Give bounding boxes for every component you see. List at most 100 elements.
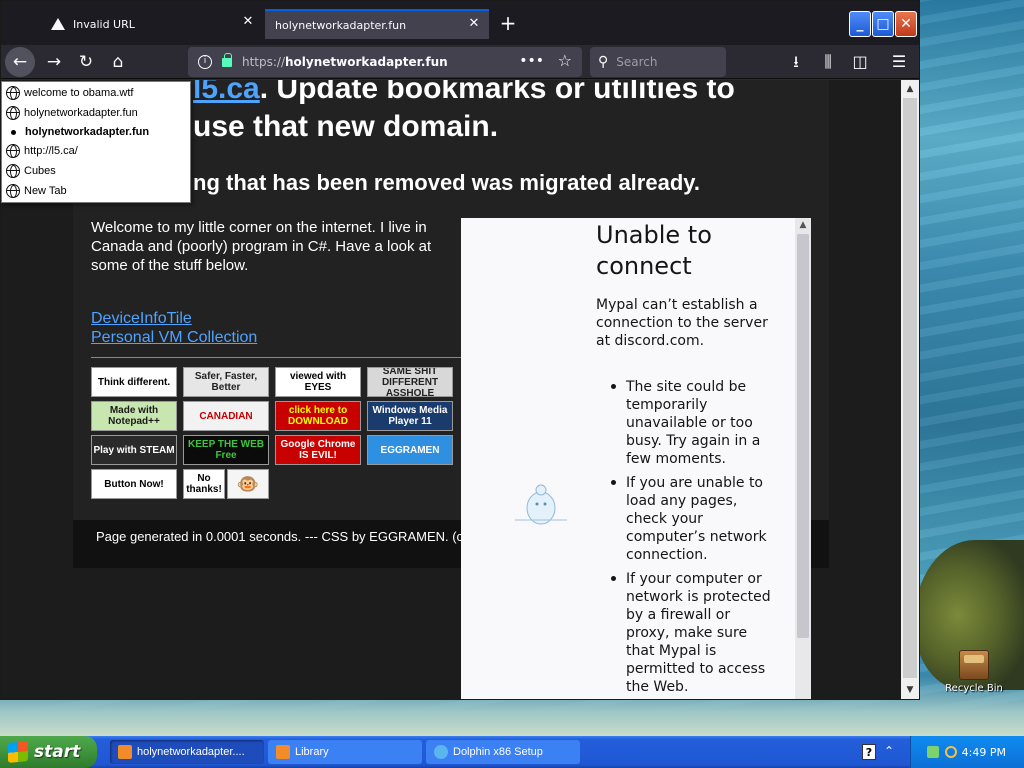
globe-icon [6, 164, 20, 178]
history-menu-item[interactable]: welcome to obama.wtf [6, 84, 133, 102]
error-description: Mypal can’t establish a connection to th… [596, 297, 768, 349]
taskbar-item-browser[interactable]: holynetworkadapter.... [110, 740, 264, 764]
bookmark-star-icon[interactable]: ☆ [558, 51, 572, 70]
info-icon[interactable]: i [198, 55, 212, 69]
heading-rest: . Update bookmarks or utilities to [259, 80, 735, 105]
monkey-icon: 🐵 [236, 473, 260, 494]
intro-text: Welcome to my little corner on the inter… [91, 219, 432, 274]
browser-icon [118, 745, 132, 759]
error-title: Unable to connect [596, 221, 712, 280]
tab-invalid-url[interactable]: Invalid URL ✕ [41, 9, 263, 39]
lock-icon [222, 52, 232, 67]
recycle-bin-label: Recycle Bin [945, 683, 1003, 694]
task-label: Dolphin x86 Setup [453, 746, 543, 758]
back-button[interactable]: ← [5, 47, 35, 77]
taskbar: start holynetworkadapter.... Library Dol… [0, 736, 1024, 768]
search-icon: ⚲ [598, 54, 609, 70]
taskbar-item-library[interactable]: Library [268, 740, 422, 764]
scroll-up-icon[interactable]: ▲ [903, 82, 917, 96]
web-badge[interactable]: KEEP THE WEB Free [183, 435, 269, 465]
scroll-down-icon[interactable]: ▼ [903, 683, 917, 697]
web-badge[interactable]: CANADIAN [183, 401, 269, 431]
reload-button[interactable]: ↻ [71, 47, 101, 77]
history-menu-label: Cubes [24, 165, 56, 177]
browser-window: Invalid URL ✕ holynetworkadapter.fun ✕ +… [0, 0, 920, 700]
web-badge[interactable]: Made with Notepad++ [91, 401, 177, 431]
start-label: start [34, 742, 81, 762]
link-deviceinfotile[interactable]: DeviceInfoTile [91, 310, 192, 328]
tab-label: holynetworkadapter.fun [275, 18, 407, 32]
web-badge[interactable]: Safer, Faster, Better [183, 367, 269, 397]
web-badge[interactable]: Google Chrome IS EVIL! [275, 435, 361, 465]
library-icon[interactable]: ⫼ [814, 47, 842, 77]
web-badge[interactable]: EGGRAMEN [367, 435, 453, 465]
heading-link[interactable]: l5.ca [193, 80, 260, 105]
forward-button[interactable]: → [39, 47, 69, 77]
system-tray: 4:49 PM [910, 736, 1024, 768]
tab-label: Invalid URL [73, 17, 135, 31]
current-page-dot-icon [11, 129, 16, 135]
url-bar[interactable]: i https://holynetworkadapter.fun ••• ☆ [188, 47, 582, 77]
history-menu-item[interactable]: holynetworkadapter.fun [6, 123, 149, 141]
start-button[interactable]: start [0, 736, 97, 768]
tab-holynetworkadapter[interactable]: holynetworkadapter.fun ✕ [265, 9, 489, 39]
history-menu-label: http://l5.ca/ [24, 145, 78, 157]
history-menu-item[interactable]: New Tab [6, 182, 67, 200]
dolphin-icon [434, 745, 448, 759]
download-icon[interactable]: ⭳ [782, 47, 810, 77]
link-personal-vm-collection[interactable]: Personal VM Collection [91, 329, 257, 347]
windows-logo-icon [8, 741, 28, 763]
search-input[interactable]: ⚲ Search [590, 47, 726, 77]
error-scrollbar[interactable]: ▲ [795, 218, 811, 699]
web-badge[interactable]: viewed with EYES [275, 367, 361, 397]
mascot-badge-icon[interactable]: 🐵 [227, 469, 269, 499]
web-badge[interactable]: Play with STEAM [91, 435, 177, 465]
scroll-up-icon[interactable]: ▲ [797, 218, 809, 232]
minimize-button[interactable]: _ [849, 11, 871, 37]
web-badge[interactable]: click here to DOWNLOAD [275, 401, 361, 431]
web-badge[interactable]: SAME SHIT DIFFERENT ASSHOLE [367, 367, 453, 397]
history-menu-item[interactable]: http://l5.ca/ [6, 142, 78, 160]
error-suggestion: If you are unable to load any pages, che… [611, 474, 771, 564]
chevron-icon[interactable]: ⌃ [884, 744, 894, 758]
search-tray-icon[interactable] [945, 746, 957, 758]
task-label: Library [295, 746, 329, 758]
web-badge[interactable]: No thanks! [183, 469, 225, 499]
close-window-button[interactable]: ✕ [895, 11, 917, 37]
help-icon[interactable]: ? [862, 744, 876, 760]
new-tab-button[interactable]: + [495, 11, 521, 37]
error-suggestions: The site could be temporarily unavailabl… [611, 378, 771, 699]
recycle-bin[interactable]: Recycle Bin [944, 650, 1004, 694]
maximize-button[interactable]: □ [872, 11, 894, 37]
close-tab-icon[interactable]: ✕ [241, 15, 255, 29]
page-heading-line1: l5.ca. Update bookmarks or utilities to [193, 80, 735, 106]
nav-bar: ← → ↻ ⌂ i https://holynetworkadapter.fun… [1, 45, 919, 79]
tab-bar: Invalid URL ✕ holynetworkadapter.fun ✕ +… [1, 1, 919, 45]
globe-icon [6, 144, 20, 158]
clock: 4:49 PM [961, 745, 1006, 759]
hamburger-menu-icon[interactable]: ☰ [885, 47, 913, 77]
home-button[interactable]: ⌂ [103, 47, 133, 77]
task-label: holynetworkadapter.... [137, 746, 245, 758]
browser-icon [276, 745, 290, 759]
scrollbar-thumb[interactable] [797, 234, 809, 638]
web-badge[interactable]: Think different. [91, 367, 177, 397]
error-panel: Unable to connect Mypal can’t establish … [461, 218, 811, 699]
history-menu-item[interactable]: Cubes [6, 162, 56, 180]
page-actions-icon[interactable]: ••• [519, 53, 544, 69]
url-text: https://holynetworkadapter.fun [242, 55, 448, 69]
url-prefix: https:// [242, 55, 286, 69]
network-icon[interactable] [927, 746, 939, 758]
divider [91, 357, 461, 358]
taskbar-item-dolphin[interactable]: Dolphin x86 Setup [426, 740, 580, 764]
history-menu-item[interactable]: holynetworkadapter.fun [6, 104, 138, 122]
scrollbar-thumb[interactable] [903, 98, 917, 678]
page-subheading: ng that has been removed was migrated al… [193, 170, 700, 195]
globe-icon [6, 184, 20, 198]
close-tab-icon[interactable]: ✕ [467, 17, 481, 31]
web-badge[interactable]: Windows Media Player 11 [367, 401, 453, 431]
sidebar-icon[interactable]: ◫ [846, 47, 874, 77]
error-suggestion: If your computer or network is protected… [611, 570, 771, 696]
web-badge[interactable]: Button Now! [91, 469, 177, 499]
page-scrollbar[interactable]: ▲ ▼ [901, 80, 919, 699]
